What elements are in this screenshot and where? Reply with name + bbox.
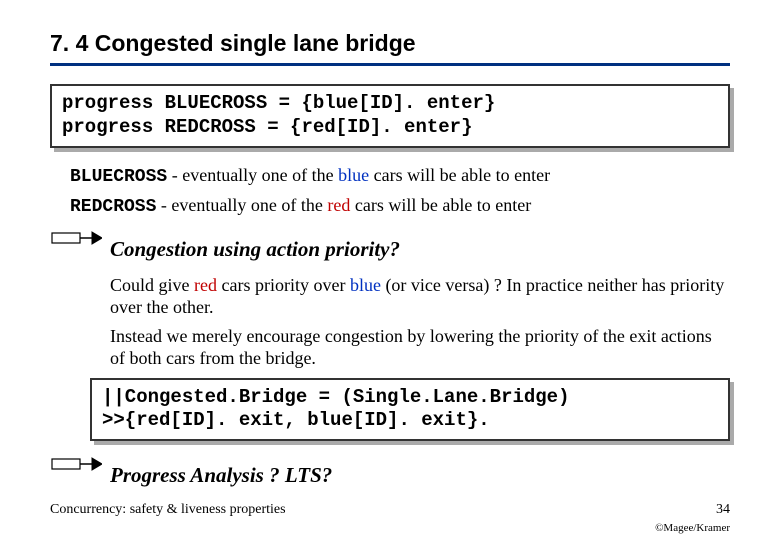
redcross-label: REDCROSS	[70, 197, 156, 217]
code-line: >>{red[ID]. exit, blue[ID]. exit}.	[102, 409, 718, 433]
page-number: 34	[716, 502, 730, 518]
progress-row: Progress Analysis ? LTS?	[50, 453, 730, 494]
congestion-row: Congestion using action priority?	[50, 227, 730, 268]
blue-word: blue	[350, 275, 381, 295]
red-word: red	[194, 275, 217, 295]
footer: Concurrency: safety & liveness propertie…	[50, 502, 730, 518]
progress-heading: Progress Analysis ? LTS?	[110, 463, 730, 488]
body-instead: Instead we merely encourage congestion b…	[110, 325, 730, 370]
redcross-desc: REDCROSS - eventually one of the red car…	[70, 194, 730, 219]
code-block-progress: progress BLUECROSS = {blue[ID]. enter} p…	[50, 84, 730, 148]
body-priority: Could give red cars priority over blue (…	[110, 274, 730, 319]
code-block-congested: ||Congested.Bridge = (Single.Lane.Bridge…	[90, 378, 730, 442]
arrow-icon	[50, 453, 102, 475]
blue-word: blue	[338, 165, 369, 185]
code-line: progress BLUECROSS = {blue[ID]. enter}	[62, 92, 718, 116]
red-word: red	[327, 195, 350, 215]
footer-left: Concurrency: safety & liveness propertie…	[50, 502, 286, 518]
code-line: progress REDCROSS = {red[ID]. enter}	[62, 116, 718, 140]
arrow-icon	[50, 227, 102, 249]
copyright: ©Magee/Kramer	[655, 522, 730, 534]
bluecross-label: BLUECROSS	[70, 167, 167, 187]
congestion-heading: Congestion using action priority?	[110, 237, 730, 262]
slide: 7. 4 Congested single lane bridge progre…	[0, 0, 780, 540]
code-line: ||Congested.Bridge = (Single.Lane.Bridge…	[102, 386, 718, 410]
bluecross-desc: BLUECROSS - eventually one of the blue c…	[70, 164, 730, 189]
section-heading: 7. 4 Congested single lane bridge	[50, 30, 730, 66]
